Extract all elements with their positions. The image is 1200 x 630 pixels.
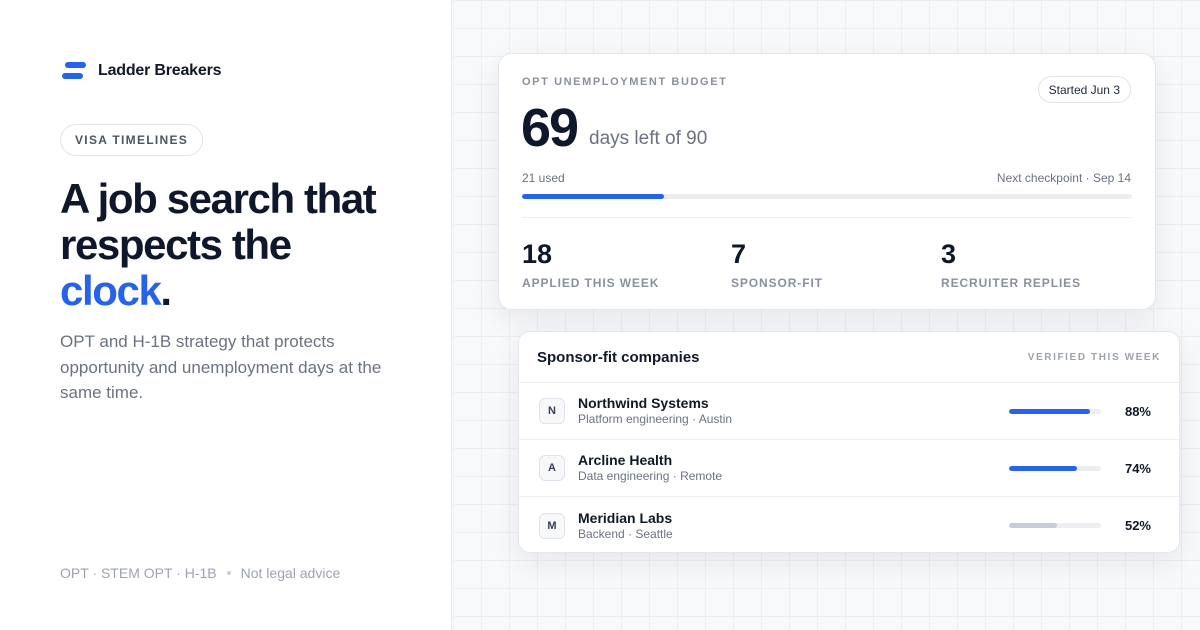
companies-title: Sponsor-fit companies bbox=[537, 348, 700, 366]
brand-name: Ladder Breakers bbox=[98, 62, 222, 79]
match-bar-fill bbox=[1009, 465, 1078, 471]
match-bar bbox=[1009, 408, 1101, 414]
hero-panel: Ladder Breakers VISA TIMELINES A job sea… bbox=[0, 0, 452, 630]
headline-period: . bbox=[160, 267, 172, 314]
company-desc: Platform engineering · Austin bbox=[578, 412, 733, 426]
separator-dot bbox=[226, 571, 231, 575]
company-name: Arcline Health bbox=[578, 452, 673, 468]
match-bar bbox=[1009, 465, 1101, 471]
stat-value: 18 bbox=[522, 239, 553, 269]
stat-value: 3 bbox=[941, 239, 957, 269]
disclaimer: Not legal advice bbox=[240, 565, 341, 581]
company-row[interactable]: M Meridian Labs Backend · Seattle 52% bbox=[519, 497, 1179, 552]
stat-applied: 18 APPLIED THIS WEEK bbox=[522, 238, 659, 290]
company-info: Northwind Systems Platform engineering ·… bbox=[578, 395, 1009, 427]
budget-card: OPT UNEMPLOYMENT BUDGET Started Jun 3 69… bbox=[498, 53, 1156, 310]
budget-label: OPT UNEMPLOYMENT BUDGET bbox=[522, 76, 728, 88]
brand[interactable]: Ladder Breakers bbox=[62, 60, 221, 82]
headline: A job search that respects the clock. bbox=[60, 176, 440, 314]
match-percent: 88% bbox=[1124, 403, 1151, 419]
company-row[interactable]: A Arcline Health Data engineering · Remo… bbox=[519, 440, 1179, 497]
match-bar bbox=[1009, 523, 1101, 528]
category-pill: VISA TIMELINES bbox=[60, 124, 204, 156]
budget-progress-fill bbox=[522, 194, 665, 199]
subheadline: OPT and H-1B strategy that protects oppo… bbox=[60, 332, 382, 402]
match-bar-fill bbox=[1009, 523, 1057, 528]
days-used: 21 used bbox=[522, 171, 565, 185]
verified-label: VERIFIED THIS WEEK bbox=[1027, 351, 1161, 363]
stat-value: 7 bbox=[731, 239, 747, 269]
company-initial-icon: M bbox=[539, 512, 565, 539]
headline-accent: clock bbox=[60, 267, 162, 314]
headline-line-1: A job search that bbox=[60, 175, 377, 222]
company-initial-icon: A bbox=[539, 455, 565, 481]
divider bbox=[522, 217, 1131, 218]
stat-label: RECRUITER REPLIES bbox=[941, 276, 1081, 290]
company-desc: Data engineering · Remote bbox=[578, 469, 723, 483]
company-desc: Backend · Seattle bbox=[578, 526, 673, 541]
days-left-suffix: days left of 90 bbox=[589, 128, 708, 149]
started-badge: Started Jun 3 bbox=[1037, 76, 1131, 103]
budget-progress-bar bbox=[522, 194, 1132, 199]
companies-header: Sponsor-fit companies VERIFIED THIS WEEK bbox=[519, 332, 1179, 383]
footer: OPT · STEM OPT · H-1B Not legal advice bbox=[60, 565, 340, 581]
match-percent: 74% bbox=[1124, 460, 1151, 476]
stat-sponsor-fit: 7 SPONSOR-FIT bbox=[731, 238, 823, 290]
headline-line-2: respects the bbox=[60, 221, 292, 268]
ladder-logo-icon bbox=[62, 60, 86, 82]
company-initial-icon: N bbox=[539, 398, 565, 424]
stat-recruiter-replies: 3 RECRUITER REPLIES bbox=[941, 238, 1081, 290]
companies-card: Sponsor-fit companies VERIFIED THIS WEEK… bbox=[518, 331, 1180, 553]
next-checkpoint: Next checkpoint · Sep 14 bbox=[996, 171, 1131, 185]
stat-label: APPLIED THIS WEEK bbox=[522, 276, 660, 290]
company-info: Meridian Labs Backend · Seattle bbox=[578, 510, 1009, 542]
visa-types: OPT · STEM OPT · H-1B bbox=[60, 565, 217, 581]
company-row[interactable]: N Northwind Systems Platform engineering… bbox=[519, 383, 1179, 440]
company-info: Arcline Health Data engineering · Remote bbox=[578, 452, 1009, 484]
match-bar-fill bbox=[1009, 408, 1090, 414]
company-name: Northwind Systems bbox=[578, 395, 709, 411]
days-left-number: 69 bbox=[521, 98, 579, 158]
match-percent: 52% bbox=[1124, 518, 1151, 533]
stat-label: SPONSOR-FIT bbox=[731, 276, 823, 290]
company-name: Meridian Labs bbox=[578, 509, 673, 526]
